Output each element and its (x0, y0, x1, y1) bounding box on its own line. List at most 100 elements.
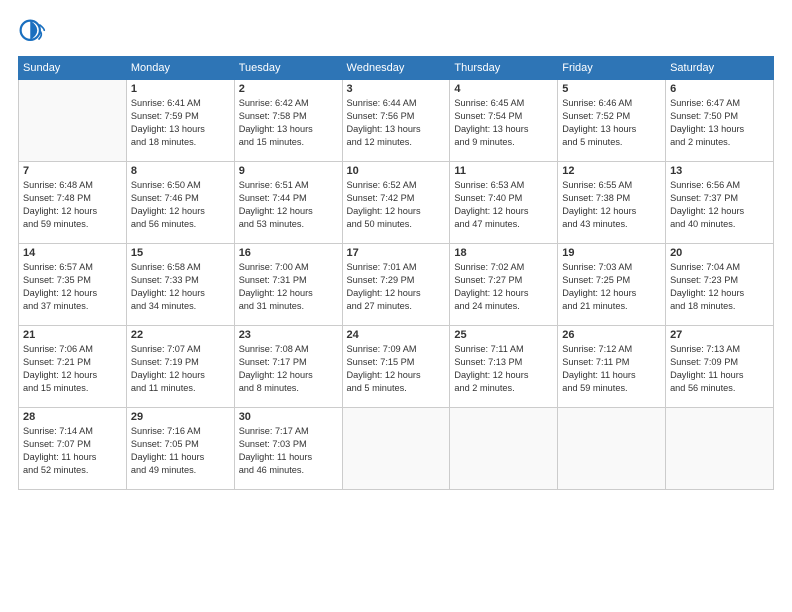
day-number: 21 (23, 329, 122, 341)
calendar-cell: 19 Sunrise: 7:03 AM Sunset: 7:25 PM Dayli… (558, 244, 666, 326)
day-info: Sunrise: 7:14 AM Sunset: 7:07 PM Dayligh… (23, 425, 122, 477)
calendar-cell: 12 Sunrise: 6:55 AM Sunset: 7:38 PM Dayli… (558, 162, 666, 244)
day-number: 14 (23, 247, 122, 259)
day-number: 7 (23, 165, 122, 177)
day-number: 1 (131, 83, 230, 95)
calendar-cell: 14 Sunrise: 6:57 AM Sunset: 7:35 PM Dayli… (19, 244, 127, 326)
calendar-table: SundayMondayTuesdayWednesdayThursdayFrid… (18, 56, 774, 490)
calendar-week-row: 7 Sunrise: 6:48 AM Sunset: 7:48 PM Daylig… (19, 162, 774, 244)
day-info: Sunrise: 6:45 AM Sunset: 7:54 PM Dayligh… (454, 97, 553, 149)
day-number: 22 (131, 329, 230, 341)
day-number: 13 (670, 165, 769, 177)
calendar-cell: 6 Sunrise: 6:47 AM Sunset: 7:50 PM Daylig… (666, 80, 774, 162)
day-info: Sunrise: 7:08 AM Sunset: 7:17 PM Dayligh… (239, 343, 338, 395)
calendar-cell: 18 Sunrise: 7:02 AM Sunset: 7:27 PM Dayli… (450, 244, 558, 326)
calendar-cell: 21 Sunrise: 7:06 AM Sunset: 7:21 PM Dayli… (19, 326, 127, 408)
day-info: Sunrise: 6:52 AM Sunset: 7:42 PM Dayligh… (347, 179, 446, 231)
day-number: 23 (239, 329, 338, 341)
day-number: 4 (454, 83, 553, 95)
calendar-cell: 9 Sunrise: 6:51 AM Sunset: 7:44 PM Daylig… (234, 162, 342, 244)
day-info: Sunrise: 7:04 AM Sunset: 7:23 PM Dayligh… (670, 261, 769, 313)
calendar-week-row: 14 Sunrise: 6:57 AM Sunset: 7:35 PM Dayli… (19, 244, 774, 326)
calendar-cell: 3 Sunrise: 6:44 AM Sunset: 7:56 PM Daylig… (342, 80, 450, 162)
day-info: Sunrise: 6:47 AM Sunset: 7:50 PM Dayligh… (670, 97, 769, 149)
day-number: 9 (239, 165, 338, 177)
day-info: Sunrise: 6:41 AM Sunset: 7:59 PM Dayligh… (131, 97, 230, 149)
calendar-cell: 1 Sunrise: 6:41 AM Sunset: 7:59 PM Daylig… (126, 80, 234, 162)
day-number: 3 (347, 83, 446, 95)
day-info: Sunrise: 7:11 AM Sunset: 7:13 PM Dayligh… (454, 343, 553, 395)
calendar-cell: 27 Sunrise: 7:13 AM Sunset: 7:09 PM Dayli… (666, 326, 774, 408)
day-info: Sunrise: 6:42 AM Sunset: 7:58 PM Dayligh… (239, 97, 338, 149)
calendar-cell: 15 Sunrise: 6:58 AM Sunset: 7:33 PM Dayli… (126, 244, 234, 326)
calendar-cell: 7 Sunrise: 6:48 AM Sunset: 7:48 PM Daylig… (19, 162, 127, 244)
calendar-week-row: 21 Sunrise: 7:06 AM Sunset: 7:21 PM Dayli… (19, 326, 774, 408)
day-info: Sunrise: 7:12 AM Sunset: 7:11 PM Dayligh… (562, 343, 661, 395)
day-number: 24 (347, 329, 446, 341)
calendar-week-row: 1 Sunrise: 6:41 AM Sunset: 7:59 PM Daylig… (19, 80, 774, 162)
calendar-header-monday: Monday (126, 57, 234, 80)
calendar-cell (342, 408, 450, 490)
calendar-header-saturday: Saturday (666, 57, 774, 80)
calendar-cell: 22 Sunrise: 7:07 AM Sunset: 7:19 PM Dayli… (126, 326, 234, 408)
day-info: Sunrise: 6:55 AM Sunset: 7:38 PM Dayligh… (562, 179, 661, 231)
day-info: Sunrise: 6:51 AM Sunset: 7:44 PM Dayligh… (239, 179, 338, 231)
calendar-cell (450, 408, 558, 490)
calendar-cell: 10 Sunrise: 6:52 AM Sunset: 7:42 PM Dayli… (342, 162, 450, 244)
calendar-cell: 5 Sunrise: 6:46 AM Sunset: 7:52 PM Daylig… (558, 80, 666, 162)
calendar-cell: 29Sunrise: 7:16 AM Sunset: 7:05 PM Dayli… (126, 408, 234, 490)
day-info: Sunrise: 7:17 AM Sunset: 7:03 PM Dayligh… (239, 425, 338, 477)
day-info: Sunrise: 6:56 AM Sunset: 7:37 PM Dayligh… (670, 179, 769, 231)
day-info: Sunrise: 6:46 AM Sunset: 7:52 PM Dayligh… (562, 97, 661, 149)
calendar-cell (558, 408, 666, 490)
day-info: Sunrise: 7:09 AM Sunset: 7:15 PM Dayligh… (347, 343, 446, 395)
calendar-cell: 20Sunrise: 7:04 AM Sunset: 7:23 PM Dayli… (666, 244, 774, 326)
day-info: Sunrise: 7:16 AM Sunset: 7:05 PM Dayligh… (131, 425, 230, 477)
calendar-cell (666, 408, 774, 490)
calendar-cell: 28 Sunrise: 7:14 AM Sunset: 7:07 PM Dayli… (19, 408, 127, 490)
calendar-header-thursday: Thursday (450, 57, 558, 80)
calendar-cell: 8 Sunrise: 6:50 AM Sunset: 7:46 PM Daylig… (126, 162, 234, 244)
day-info: Sunrise: 6:44 AM Sunset: 7:56 PM Dayligh… (347, 97, 446, 149)
day-number: 15 (131, 247, 230, 259)
day-info: Sunrise: 7:07 AM Sunset: 7:19 PM Dayligh… (131, 343, 230, 395)
day-info: Sunrise: 7:01 AM Sunset: 7:29 PM Dayligh… (347, 261, 446, 313)
day-info: Sunrise: 6:57 AM Sunset: 7:35 PM Dayligh… (23, 261, 122, 313)
day-number: 5 (562, 83, 661, 95)
day-info: Sunrise: 7:00 AM Sunset: 7:31 PM Dayligh… (239, 261, 338, 313)
day-number: 27 (670, 329, 769, 341)
calendar-cell (19, 80, 127, 162)
calendar-header-friday: Friday (558, 57, 666, 80)
calendar-header-wednesday: Wednesday (342, 57, 450, 80)
day-number: 18 (454, 247, 553, 259)
day-number: 10 (347, 165, 446, 177)
day-number: 17 (347, 247, 446, 259)
day-number: 16 (239, 247, 338, 259)
calendar-cell: 23 Sunrise: 7:08 AM Sunset: 7:17 PM Dayli… (234, 326, 342, 408)
day-number: 2 (239, 83, 338, 95)
day-number: 26 (562, 329, 661, 341)
day-info: Sunrise: 6:53 AM Sunset: 7:40 PM Dayligh… (454, 179, 553, 231)
day-number: 12 (562, 165, 661, 177)
day-number: 28 (23, 411, 122, 423)
day-info: Sunrise: 6:58 AM Sunset: 7:33 PM Dayligh… (131, 261, 230, 313)
day-info: Sunrise: 7:02 AM Sunset: 7:27 PM Dayligh… (454, 261, 553, 313)
day-info: Sunrise: 7:03 AM Sunset: 7:25 PM Dayligh… (562, 261, 661, 313)
day-number: 25 (454, 329, 553, 341)
calendar-cell: 26 Sunrise: 7:12 AM Sunset: 7:11 PM Dayli… (558, 326, 666, 408)
calendar-cell: 24 Sunrise: 7:09 AM Sunset: 7:15 PM Dayli… (342, 326, 450, 408)
day-number: 8 (131, 165, 230, 177)
day-info: Sunrise: 6:48 AM Sunset: 7:48 PM Dayligh… (23, 179, 122, 231)
calendar-cell: 13 Sunrise: 6:56 AM Sunset: 7:37 PM Dayli… (666, 162, 774, 244)
calendar-cell: 16 Sunrise: 7:00 AM Sunset: 7:31 PM Dayli… (234, 244, 342, 326)
calendar-cell: 4 Sunrise: 6:45 AM Sunset: 7:54 PM Daylig… (450, 80, 558, 162)
day-number: 30 (239, 411, 338, 423)
day-number: 19 (562, 247, 661, 259)
calendar-header-sunday: Sunday (19, 57, 127, 80)
day-info: Sunrise: 7:06 AM Sunset: 7:21 PM Dayligh… (23, 343, 122, 395)
calendar-header-row: SundayMondayTuesdayWednesdayThursdayFrid… (19, 57, 774, 80)
day-info: Sunrise: 7:13 AM Sunset: 7:09 PM Dayligh… (670, 343, 769, 395)
day-number: 6 (670, 83, 769, 95)
day-info: Sunrise: 6:50 AM Sunset: 7:46 PM Dayligh… (131, 179, 230, 231)
calendar-cell: 30 Sunrise: 7:17 AM Sunset: 7:03 PM Dayli… (234, 408, 342, 490)
